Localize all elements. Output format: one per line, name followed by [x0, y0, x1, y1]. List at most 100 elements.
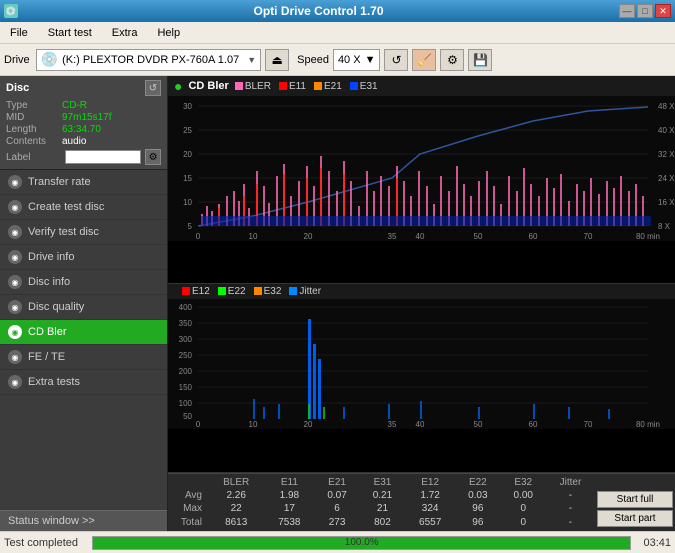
menu-start-test[interactable]: Start test — [42, 25, 98, 41]
chart2-svg: 400 350 300 250 200 150 100 50 0 10 20 3… — [168, 299, 675, 429]
sidebar-item-create-test-disc[interactable]: ◉ Create test disc — [0, 195, 167, 220]
row-max-label: Max — [168, 502, 208, 515]
svg-text:70: 70 — [584, 420, 593, 429]
legend-e11: E11 — [279, 81, 306, 92]
disc-mid-value: 97m15s17f — [62, 112, 111, 123]
svg-text:20: 20 — [183, 150, 192, 159]
col-header-actions — [595, 476, 675, 489]
row-max-e21: 6 — [314, 502, 359, 515]
row-total-e22: 96 — [455, 516, 500, 529]
row-max-e22: 96 — [455, 502, 500, 515]
maximize-button[interactable]: □ — [637, 4, 653, 18]
close-button[interactable]: ✕ — [655, 4, 671, 18]
svg-text:10: 10 — [249, 232, 258, 241]
sidebar-item-extra-tests-label: Extra tests — [28, 376, 80, 388]
sidebar-item-drive-info[interactable]: ◉ Drive info — [0, 245, 167, 270]
col-header-jitter: Jitter — [546, 476, 595, 489]
drive-select[interactable]: 💿 (K:) PLEXTOR DVDR PX-760A 1.07 ▼ — [36, 49, 261, 71]
progress-text: 100.0% — [93, 537, 630, 549]
legend2-e12-label: E12 — [192, 286, 210, 297]
menu-help[interactable]: Help — [151, 25, 186, 41]
disc-label-label: Label — [6, 152, 61, 163]
svg-text:60: 60 — [529, 420, 538, 429]
svg-text:150: 150 — [179, 383, 193, 392]
row-total-label: Total — [168, 516, 208, 529]
svg-text:100: 100 — [179, 399, 193, 408]
drive-info-icon: ◉ — [8, 250, 22, 264]
sidebar-item-extra-tests[interactable]: ◉ Extra tests — [0, 370, 167, 395]
legend-e31-dot — [350, 82, 358, 90]
disc-contents-value: audio — [62, 136, 86, 147]
table-row-avg: Avg 2.26 1.98 0.07 0.21 1.72 0.03 0.00 -… — [168, 489, 675, 502]
status-window-button[interactable]: Status window >> — [0, 510, 167, 531]
clear-button[interactable]: 🧹 — [412, 49, 436, 71]
svg-text:0: 0 — [196, 420, 201, 429]
minimize-button[interactable]: — — [619, 4, 635, 18]
sidebar-item-verify-test-disc[interactable]: ◉ Verify test disc — [0, 220, 167, 245]
svg-text:20: 20 — [304, 420, 313, 429]
svg-text:10: 10 — [249, 420, 258, 429]
sidebar-item-create-test-disc-label: Create test disc — [28, 201, 104, 213]
disc-label-edit-button[interactable]: ⚙ — [145, 149, 161, 165]
col-header-bler: BLER — [208, 476, 264, 489]
disc-mid-label: MID — [6, 112, 62, 123]
chart1-icon: ● — [174, 78, 182, 94]
title-bar-left: 💿 — [4, 4, 18, 18]
refresh-button[interactable]: ↺ — [384, 49, 408, 71]
col-header-e12: E12 — [405, 476, 455, 489]
menu-extra[interactable]: Extra — [106, 25, 144, 41]
legend-bler-dot — [235, 82, 243, 90]
svg-text:5: 5 — [188, 222, 193, 231]
speed-dropdown-arrow: ▼ — [365, 54, 376, 66]
row-total-e12: 6557 — [405, 516, 455, 529]
eject-button[interactable]: ⏏ — [265, 49, 289, 71]
row-avg-e31: 0.21 — [360, 489, 405, 502]
sidebar-item-disc-quality[interactable]: ◉ Disc quality — [0, 295, 167, 320]
start-part-button[interactable]: Start part — [597, 510, 673, 527]
svg-text:30: 30 — [183, 102, 192, 111]
speed-value: 40 X — [338, 54, 361, 66]
svg-text:40: 40 — [416, 232, 425, 241]
status-window-label: Status window >> — [8, 515, 95, 527]
start-full-button[interactable]: Start full — [597, 491, 673, 508]
menu-file[interactable]: File — [4, 25, 34, 41]
sidebar-item-fe-te[interactable]: ◉ FE / TE — [0, 345, 167, 370]
disc-quality-icon: ◉ — [8, 300, 22, 314]
status-bar: Test completed 100.0% 03:41 — [0, 531, 675, 553]
window-controls: — □ ✕ — [619, 4, 671, 18]
disc-refresh-button[interactable]: ↺ — [145, 80, 161, 96]
settings-button[interactable]: ⚙ — [440, 49, 464, 71]
disc-label-input[interactable] — [65, 150, 141, 164]
save-button[interactable]: 💾 — [468, 49, 492, 71]
svg-text:50: 50 — [183, 412, 192, 421]
svg-text:15: 15 — [183, 174, 192, 183]
svg-text:40 X: 40 X — [658, 126, 675, 135]
svg-text:8 X: 8 X — [658, 222, 671, 231]
status-text: Test completed — [4, 537, 84, 549]
svg-text:50: 50 — [474, 232, 483, 241]
svg-text:300: 300 — [179, 335, 193, 344]
svg-text:10: 10 — [183, 198, 192, 207]
row-avg-e32: 0.00 — [501, 489, 546, 502]
sidebar-item-disc-info[interactable]: ◉ Disc info — [0, 270, 167, 295]
row-total-e11: 7538 — [264, 516, 314, 529]
svg-text:48 X: 48 X — [658, 102, 675, 111]
legend-e31: E31 — [350, 81, 378, 92]
legend-e11-label: E11 — [289, 81, 306, 92]
verify-test-disc-icon: ◉ — [8, 225, 22, 239]
row-max-e12: 324 — [405, 502, 455, 515]
speed-select[interactable]: 40 X ▼ — [333, 49, 381, 71]
disc-length-value: 63:34.70 — [62, 124, 101, 135]
drive-label: Drive — [4, 54, 30, 66]
content-area: ● CD Bler BLER E11 E21 — [168, 76, 675, 531]
svg-text:0: 0 — [196, 232, 201, 241]
app-icon: 💿 — [4, 4, 18, 18]
disc-length-label: Length — [6, 124, 62, 135]
sidebar-item-cd-bler[interactable]: ◉ CD Bler — [0, 320, 167, 345]
drive-dropdown-arrow: ▼ — [247, 55, 256, 65]
main-area: Disc ↺ Type CD-R MID 97m15s17f Length 63… — [0, 76, 675, 531]
cd-bler-icon: ◉ — [8, 325, 22, 339]
legend-e21-label: E21 — [324, 81, 342, 92]
sidebar-item-transfer-rate[interactable]: ◉ Transfer rate — [0, 170, 167, 195]
svg-text:60: 60 — [529, 232, 538, 241]
